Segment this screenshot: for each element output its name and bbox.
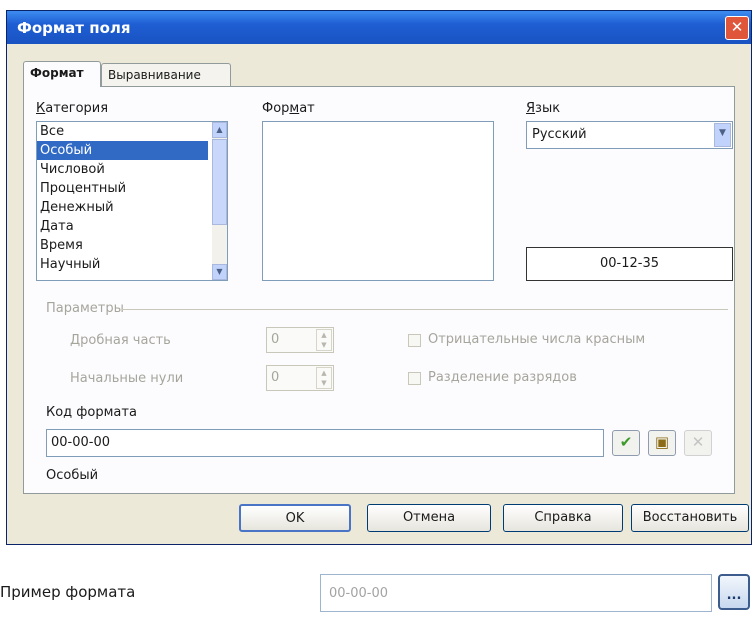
category-list[interactable]: Все Особый Числовой Процентный Денежный … (36, 121, 228, 281)
category-item-all[interactable]: Все (37, 122, 227, 141)
tab-format[interactable]: Формат (23, 61, 101, 87)
format-example-field[interactable]: 00-00-00 (320, 574, 712, 612)
scroll-up-icon[interactable]: ▲ (212, 122, 227, 138)
dialog-title: Формат поля (17, 19, 131, 37)
language-value: Русский (532, 127, 587, 142)
leading-zeros-spinner[interactable]: 0 ▲ ▼ (266, 365, 334, 391)
category-label-rest: атегория (45, 101, 109, 116)
format-field-dialog: Формат поля ✕ Формат Выравнивание Катего… (6, 10, 752, 545)
parameters-divider (122, 309, 728, 310)
scroll-thumb[interactable] (212, 139, 227, 225)
category-item-percent[interactable]: Процентный (37, 179, 227, 198)
category-label: Категория (36, 101, 109, 116)
cancel-button[interactable]: Отмена (367, 504, 491, 532)
format-preview: 00-12-35 (526, 247, 733, 281)
format-example-value: 00-00-00 (329, 586, 389, 601)
format-example-label: Пример формата (0, 583, 136, 601)
reset-button[interactable]: Восстановить (631, 504, 749, 532)
ellipsis-icon: ... (726, 588, 742, 603)
category-item-number[interactable]: Числовой (37, 160, 227, 179)
leading-zeros-label: Начальные нули (70, 371, 184, 386)
category-item-scientific[interactable]: Научный (37, 255, 227, 274)
delete-format-icon: ✕ (684, 430, 712, 456)
decimal-places-label: Дробная часть (70, 333, 171, 348)
parameters-title: Параметры (46, 301, 124, 316)
ok-button[interactable]: OK (239, 504, 351, 532)
tab-panel: Категория Все Особый Числовой Процентный… (23, 86, 735, 494)
decimal-places-value: 0 (271, 332, 280, 347)
format-type-text: Особый (46, 468, 99, 483)
negative-red-checkbox[interactable] (408, 334, 421, 347)
check-icon[interactable]: ✔ (612, 430, 640, 456)
spin-arrows-icon[interactable]: ▲ ▼ (316, 329, 332, 351)
format-code-label: Код формата (46, 405, 137, 420)
format-label: Формат (262, 101, 315, 116)
format-code-value: 00-00-00 (51, 435, 111, 450)
chevron-down-icon[interactable]: ▼ (714, 123, 731, 147)
leading-zeros-value: 0 (271, 370, 280, 385)
add-format-icon[interactable]: ▣ (648, 430, 676, 456)
decimal-places-spinner[interactable]: 0 ▲ ▼ (266, 327, 334, 353)
scroll-down-icon[interactable]: ▼ (212, 264, 227, 280)
close-button[interactable]: ✕ (725, 16, 749, 40)
help-button[interactable]: Справка (503, 504, 623, 532)
thousands-separator-label: Разделение разрядов (428, 370, 577, 385)
category-item-date[interactable]: Дата (37, 217, 227, 236)
format-code-input[interactable]: 00-00-00 (46, 429, 604, 457)
tab-alignment[interactable]: Выравнивание (101, 63, 231, 87)
negative-red-label: Отрицательные числа красным (428, 332, 646, 347)
category-items: Все Особый Числовой Процентный Денежный … (37, 122, 227, 274)
language-label: Язык (526, 101, 561, 116)
language-select[interactable]: Русский ▼ (526, 121, 733, 149)
category-item-time[interactable]: Время (37, 236, 227, 255)
thousands-separator-checkbox[interactable] (408, 372, 421, 385)
spin-arrows-icon[interactable]: ▲ ▼ (316, 367, 332, 389)
browse-button[interactable]: ... (718, 574, 750, 610)
category-scrollbar[interactable]: ▲ ▼ (212, 122, 227, 280)
category-item-currency[interactable]: Денежный (37, 198, 227, 217)
category-item-special[interactable]: Особый (37, 141, 208, 160)
format-list[interactable] (262, 121, 494, 281)
title-bar[interactable]: Формат поля ✕ (7, 11, 751, 44)
close-icon: ✕ (730, 18, 744, 36)
